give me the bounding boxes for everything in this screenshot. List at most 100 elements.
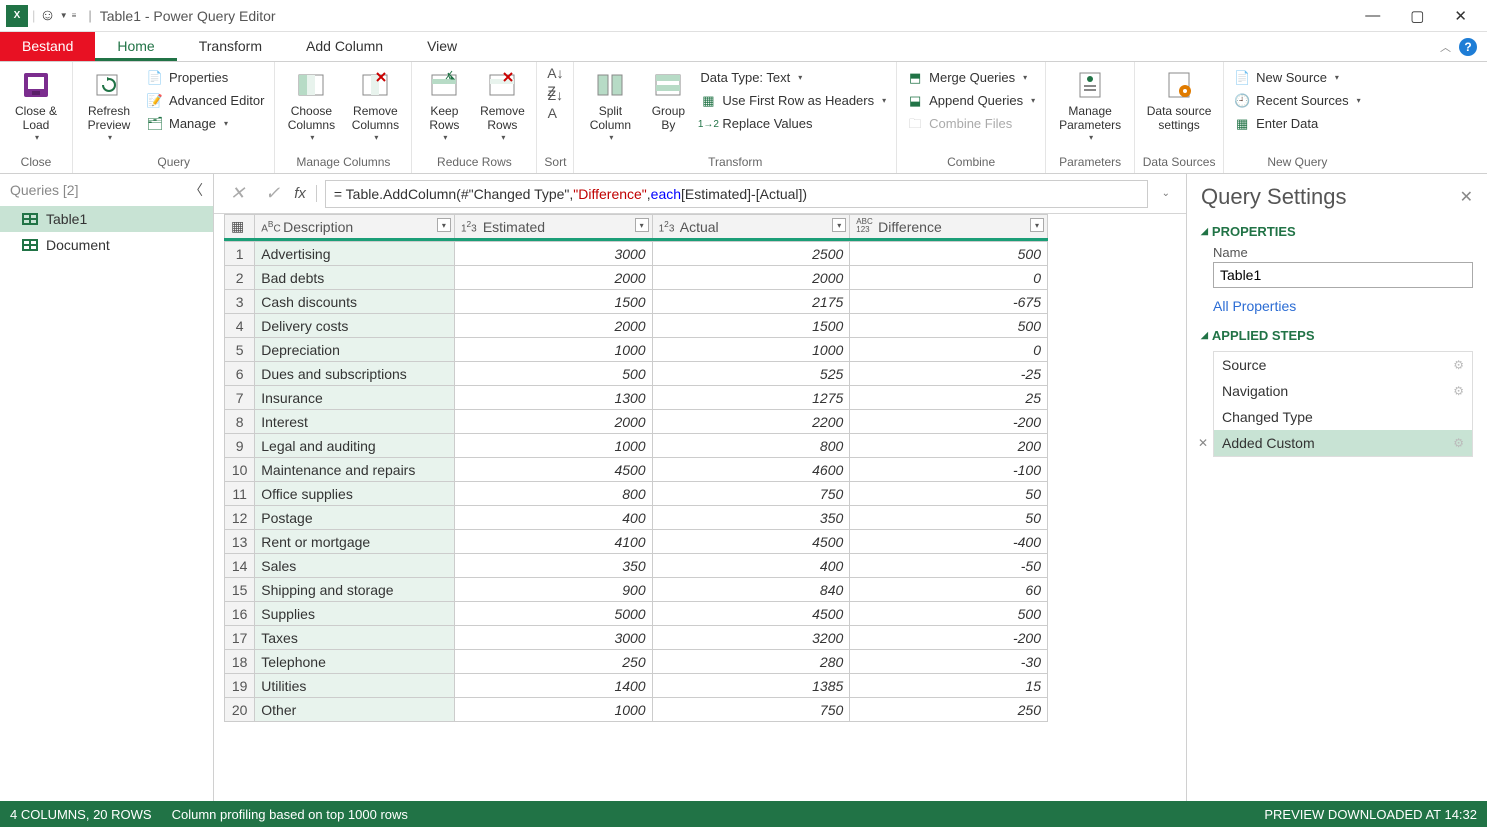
tab-home[interactable]: Home <box>95 32 176 61</box>
cell-difference[interactable]: 0 <box>850 266 1048 290</box>
cell-description[interactable]: Supplies <box>255 602 455 626</box>
queries-item-table1[interactable]: Table1 <box>0 206 213 232</box>
row-number[interactable]: 12 <box>225 506 255 530</box>
step-changed-type[interactable]: Changed Type <box>1214 404 1472 430</box>
close-settings-icon[interactable]: ✕ <box>1460 187 1473 207</box>
help-icon[interactable]: ? <box>1459 38 1477 56</box>
cell-actual[interactable]: 1385 <box>652 674 850 698</box>
formula-cancel-icon[interactable]: ✕ <box>224 183 251 204</box>
row-number[interactable]: 16 <box>225 602 255 626</box>
cell-actual[interactable]: 2175 <box>652 290 850 314</box>
table-row[interactable]: 5 Depreciation 1000 1000 0 <box>225 338 1048 362</box>
column-header-description[interactable]: ABC Description▾ <box>255 215 455 240</box>
row-number[interactable]: 18 <box>225 650 255 674</box>
query-name-input[interactable] <box>1213 262 1473 288</box>
recent-sources-button[interactable]: 🕘Recent Sources▾ <box>1230 91 1365 112</box>
cell-difference[interactable]: 0 <box>850 338 1048 362</box>
cell-difference[interactable]: 15 <box>850 674 1048 698</box>
merge-queries-button[interactable]: ⬒Merge Queries▾ <box>903 68 1039 89</box>
emoji-icon[interactable]: ☺ <box>39 7 55 25</box>
cell-estimated[interactable]: 1300 <box>454 386 652 410</box>
new-source-button[interactable]: 📄New Source▾ <box>1230 68 1365 89</box>
cell-estimated[interactable]: 2000 <box>454 410 652 434</box>
row-number[interactable]: 14 <box>225 554 255 578</box>
row-number[interactable]: 17 <box>225 626 255 650</box>
cell-actual[interactable]: 4500 <box>652 530 850 554</box>
table-row[interactable]: 16 Supplies 5000 4500 500 <box>225 602 1048 626</box>
table-row[interactable]: 4 Delivery costs 2000 1500 500 <box>225 314 1048 338</box>
cell-difference[interactable]: 500 <box>850 242 1048 266</box>
group-by-button[interactable]: Group By <box>644 68 692 133</box>
column-header-actual[interactable]: 123 Actual▾ <box>652 215 850 240</box>
row-number[interactable]: 9 <box>225 434 255 458</box>
cell-estimated[interactable]: 500 <box>454 362 652 386</box>
cell-actual[interactable]: 4500 <box>652 602 850 626</box>
maximize-button[interactable]: ▢ <box>1410 7 1424 25</box>
row-number[interactable]: 1 <box>225 242 255 266</box>
grid-corner[interactable]: ▦ <box>225 215 255 240</box>
all-properties-link[interactable]: All Properties <box>1213 298 1473 314</box>
gear-icon[interactable]: ⚙ <box>1453 436 1464 450</box>
table-row[interactable]: 14 Sales 350 400 -50 <box>225 554 1048 578</box>
cell-estimated[interactable]: 5000 <box>454 602 652 626</box>
cell-difference[interactable]: 50 <box>850 482 1048 506</box>
gear-icon[interactable]: ⚙ <box>1453 384 1464 398</box>
cell-estimated[interactable]: 400 <box>454 506 652 530</box>
delete-step-icon[interactable]: ✕ <box>1198 436 1208 450</box>
cell-description[interactable]: Postage <box>255 506 455 530</box>
enter-data-button[interactable]: ▦Enter Data <box>1230 114 1365 135</box>
cell-actual[interactable]: 750 <box>652 698 850 722</box>
table-row[interactable]: 1 Advertising 3000 2500 500 <box>225 242 1048 266</box>
row-number[interactable]: 4 <box>225 314 255 338</box>
row-number[interactable]: 11 <box>225 482 255 506</box>
cell-estimated[interactable]: 800 <box>454 482 652 506</box>
cell-actual[interactable]: 400 <box>652 554 850 578</box>
qat-customize-icon[interactable]: ≡ <box>72 11 77 20</box>
table-row[interactable]: 18 Telephone 250 280 -30 <box>225 650 1048 674</box>
cell-description[interactable]: Other <box>255 698 455 722</box>
cell-actual[interactable]: 4600 <box>652 458 850 482</box>
cell-estimated[interactable]: 1000 <box>454 434 652 458</box>
table-row[interactable]: 2 Bad debts 2000 2000 0 <box>225 266 1048 290</box>
choose-columns-button[interactable]: Choose Columns▾ <box>281 68 341 142</box>
minimize-button[interactable]: — <box>1365 7 1380 25</box>
keep-rows-button[interactable]: Keep Rows▾ <box>418 68 470 142</box>
cell-difference[interactable]: 50 <box>850 506 1048 530</box>
collapse-section-icon[interactable]: ◢ <box>1201 226 1208 237</box>
cell-estimated[interactable]: 3000 <box>454 626 652 650</box>
row-number[interactable]: 7 <box>225 386 255 410</box>
table-row[interactable]: 8 Interest 2000 2200 -200 <box>225 410 1048 434</box>
fx-icon[interactable]: fx <box>294 185 317 202</box>
cell-actual[interactable]: 3200 <box>652 626 850 650</box>
tab-add-column[interactable]: Add Column <box>284 32 405 61</box>
table-row[interactable]: 9 Legal and auditing 1000 800 200 <box>225 434 1048 458</box>
table-row[interactable]: 6 Dues and subscriptions 500 525 -25 <box>225 362 1048 386</box>
cell-difference[interactable]: 500 <box>850 314 1048 338</box>
cell-difference[interactable]: -100 <box>850 458 1048 482</box>
cell-description[interactable]: Rent or mortgage <box>255 530 455 554</box>
cell-description[interactable]: Taxes <box>255 626 455 650</box>
collapse-queries-icon[interactable]: 〈 <box>189 180 203 200</box>
column-filter-icon[interactable]: ▾ <box>635 218 649 232</box>
data-grid[interactable]: ▦ ABC Description▾ 123 Estimated▾ 123 Ac… <box>224 214 1048 722</box>
cell-difference[interactable]: 250 <box>850 698 1048 722</box>
table-row[interactable]: 7 Insurance 1300 1275 25 <box>225 386 1048 410</box>
cell-difference[interactable]: 25 <box>850 386 1048 410</box>
formula-commit-icon[interactable]: ✓ <box>259 183 286 204</box>
cell-difference[interactable]: -30 <box>850 650 1048 674</box>
table-row[interactable]: 11 Office supplies 800 750 50 <box>225 482 1048 506</box>
column-filter-icon[interactable]: ▾ <box>437 218 451 232</box>
cell-estimated[interactable]: 4100 <box>454 530 652 554</box>
cell-description[interactable]: Insurance <box>255 386 455 410</box>
data-type-button[interactable]: Data Type: Text▾ <box>696 68 890 89</box>
cell-description[interactable]: Utilities <box>255 674 455 698</box>
cell-difference[interactable]: -200 <box>850 626 1048 650</box>
table-row[interactable]: 13 Rent or mortgage 4100 4500 -400 <box>225 530 1048 554</box>
split-column-button[interactable]: Split Column▾ <box>580 68 640 142</box>
column-header-difference[interactable]: ABC123 Difference▾ <box>850 215 1048 240</box>
qat-dropdown-icon[interactable]: ▼ <box>60 11 68 20</box>
cell-difference[interactable]: -25 <box>850 362 1048 386</box>
cell-estimated[interactable]: 3000 <box>454 242 652 266</box>
row-number[interactable]: 8 <box>225 410 255 434</box>
cell-actual[interactable]: 350 <box>652 506 850 530</box>
